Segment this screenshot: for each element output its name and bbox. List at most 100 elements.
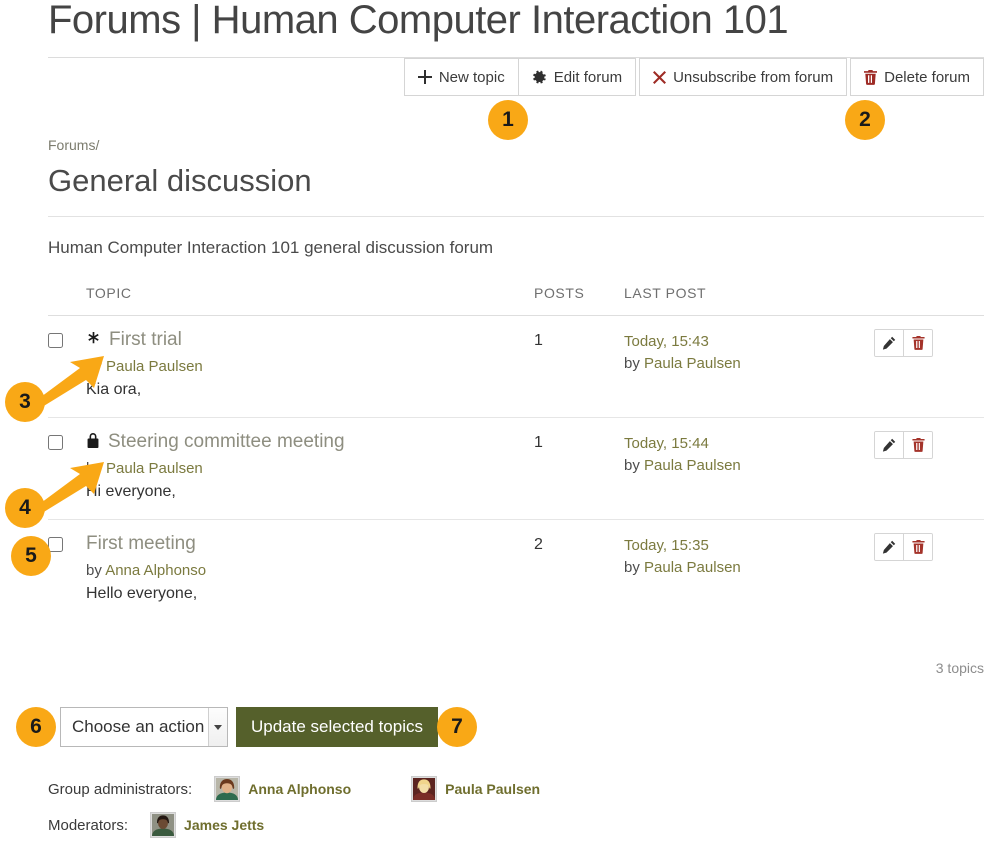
last-post-by-prefix: by — [624, 355, 644, 372]
breadcrumb-separator: / — [95, 137, 99, 153]
last-post-by-prefix: by — [624, 559, 644, 576]
last-post-author-link[interactable]: Paula Paulsen — [644, 559, 741, 576]
admin-paula-paulsen[interactable]: Paula Paulsen — [411, 776, 540, 802]
topic-author-link[interactable]: Paula Paulsen — [106, 358, 203, 375]
unsubscribe-from-forum-button[interactable]: Unsubscribe from forum — [639, 58, 847, 96]
topic-checkbox[interactable] — [48, 333, 63, 348]
header-select — [48, 285, 86, 316]
last-post-cell: Today, 15:35 by Paula Paulsen — [624, 520, 874, 622]
section-divider — [48, 216, 984, 217]
header-posts: POSTS — [534, 285, 624, 316]
section-title: General discussion — [48, 163, 312, 199]
avatar — [411, 776, 437, 802]
admin-anna-alphonso[interactable]: Anna Alphonso — [214, 776, 351, 802]
moderator-name[interactable]: James Jetts — [184, 817, 264, 833]
close-x-icon — [653, 71, 666, 84]
topic-author: by Paula Paulsen — [86, 358, 534, 375]
table-row: Steering committee meeting by Paula Paul… — [48, 418, 984, 520]
choose-action-select[interactable]: Choose an action — [60, 707, 228, 747]
moderators-label: Moderators: — [48, 817, 128, 834]
delete-topic-button[interactable] — [903, 330, 932, 356]
topic-cell: First trial by Paula Paulsen Kia ora, — [86, 316, 534, 418]
forum-description: Human Computer Interaction 101 general d… — [48, 238, 493, 258]
plus-icon — [418, 70, 432, 84]
topic-excerpt: Hello everyone, — [86, 585, 534, 603]
avatar — [214, 776, 240, 802]
bulk-action-bar: Choose an action Update selected topics — [60, 707, 438, 747]
table-row: First meeting by Anna Alphonso Hello eve… — [48, 520, 984, 622]
moderators-row: Moderators: James Jetts — [48, 812, 264, 838]
gear-icon — [532, 70, 547, 85]
last-post-author: by Paula Paulsen — [624, 557, 874, 579]
posts-count: 1 — [534, 418, 624, 520]
unsubscribe-label: Unsubscribe from forum — [673, 69, 833, 86]
topics-table: TOPIC POSTS LAST POST First trial by Pau… — [48, 285, 984, 621]
row-actions-cell — [874, 316, 984, 418]
posts-count: 2 — [534, 520, 624, 622]
breadcrumb: Forums/ — [48, 137, 99, 153]
topic-author: by Anna Alphonso — [86, 562, 534, 579]
table-row: First trial by Paula Paulsen Kia ora, 1 … — [48, 316, 984, 418]
edit-topic-button[interactable] — [875, 534, 903, 560]
topic-count: 3 topics — [936, 660, 984, 676]
last-post-cell: Today, 15:44 by Paula Paulsen — [624, 418, 874, 520]
admin-name[interactable]: Paula Paulsen — [445, 781, 540, 797]
header-actions — [874, 285, 984, 316]
edit-topic-button[interactable] — [875, 432, 903, 458]
topic-excerpt: Kia ora, — [86, 381, 534, 399]
callout-badge-4: 4 — [5, 488, 45, 528]
topic-author-link[interactable]: Anna Alphonso — [105, 562, 206, 579]
row-select-cell — [48, 520, 86, 622]
topic-title-link[interactable]: Steering committee meeting — [108, 432, 345, 451]
last-post-date: Today, 15:44 — [624, 433, 874, 455]
last-post-author: by Paula Paulsen — [624, 353, 874, 375]
header-last-post: LAST POST — [624, 285, 874, 316]
row-actions-cell — [874, 418, 984, 520]
topic-author-link[interactable]: Paula Paulsen — [106, 460, 203, 477]
callout-badge-5: 5 — [11, 536, 51, 576]
callout-badge-2: 2 — [845, 100, 885, 140]
callout-badge-7: 7 — [437, 707, 477, 747]
delete-forum-button[interactable]: Delete forum — [850, 58, 984, 96]
breadcrumb-forums-link[interactable]: Forums — [48, 137, 95, 153]
forum-toolbar: New topic Edit forum Unsubscribe from fo… — [404, 58, 984, 96]
delete-topic-button[interactable] — [903, 432, 932, 458]
topic-checkbox[interactable] — [48, 435, 63, 450]
last-post-date: Today, 15:35 — [624, 535, 874, 557]
posts-count: 1 — [534, 316, 624, 418]
avatar — [150, 812, 176, 838]
delete-topic-button[interactable] — [903, 534, 932, 560]
topic-title-link[interactable]: First meeting — [86, 534, 196, 553]
last-post-by-prefix: by — [624, 457, 644, 474]
new-topic-button[interactable]: New topic — [404, 58, 519, 96]
last-post-date: Today, 15:43 — [624, 331, 874, 353]
group-administrators-row: Group administrators: Anna Alphonso Paul… — [48, 776, 540, 802]
row-actions-cell — [874, 520, 984, 622]
last-post-author: by Paula Paulsen — [624, 455, 874, 477]
last-post-cell: Today, 15:43 by Paula Paulsen — [624, 316, 874, 418]
last-post-author-link[interactable]: Paula Paulsen — [644, 355, 741, 372]
group-administrators-label: Group administrators: — [48, 781, 192, 798]
trash-icon — [864, 70, 877, 85]
table-header-row: TOPIC POSTS LAST POST — [48, 285, 984, 316]
topic-author: by Paula Paulsen — [86, 460, 534, 477]
edit-forum-button[interactable]: Edit forum — [519, 58, 636, 96]
topic-cell: Steering committee meeting by Paula Paul… — [86, 418, 534, 520]
edit-topic-button[interactable] — [875, 330, 903, 356]
edit-forum-label: Edit forum — [554, 69, 622, 86]
sticky-asterisk-icon — [86, 331, 101, 349]
topic-title-link[interactable]: First trial — [109, 330, 182, 349]
chevron-down-icon — [208, 708, 227, 746]
callout-badge-1: 1 — [488, 100, 528, 140]
lock-icon — [86, 433, 100, 451]
choose-action-value: Choose an action — [61, 717, 204, 737]
callout-badge-3: 3 — [5, 382, 45, 422]
moderator-james-jetts[interactable]: James Jetts — [150, 812, 264, 838]
topic-excerpt: Hi everyone, — [86, 483, 534, 501]
admin-name[interactable]: Anna Alphonso — [248, 781, 351, 797]
new-topic-label: New topic — [439, 69, 505, 86]
update-selected-topics-button[interactable]: Update selected topics — [236, 707, 438, 747]
topic-author-prefix: by — [86, 562, 105, 579]
topic-cell: First meeting by Anna Alphonso Hello eve… — [86, 520, 534, 622]
last-post-author-link[interactable]: Paula Paulsen — [644, 457, 741, 474]
